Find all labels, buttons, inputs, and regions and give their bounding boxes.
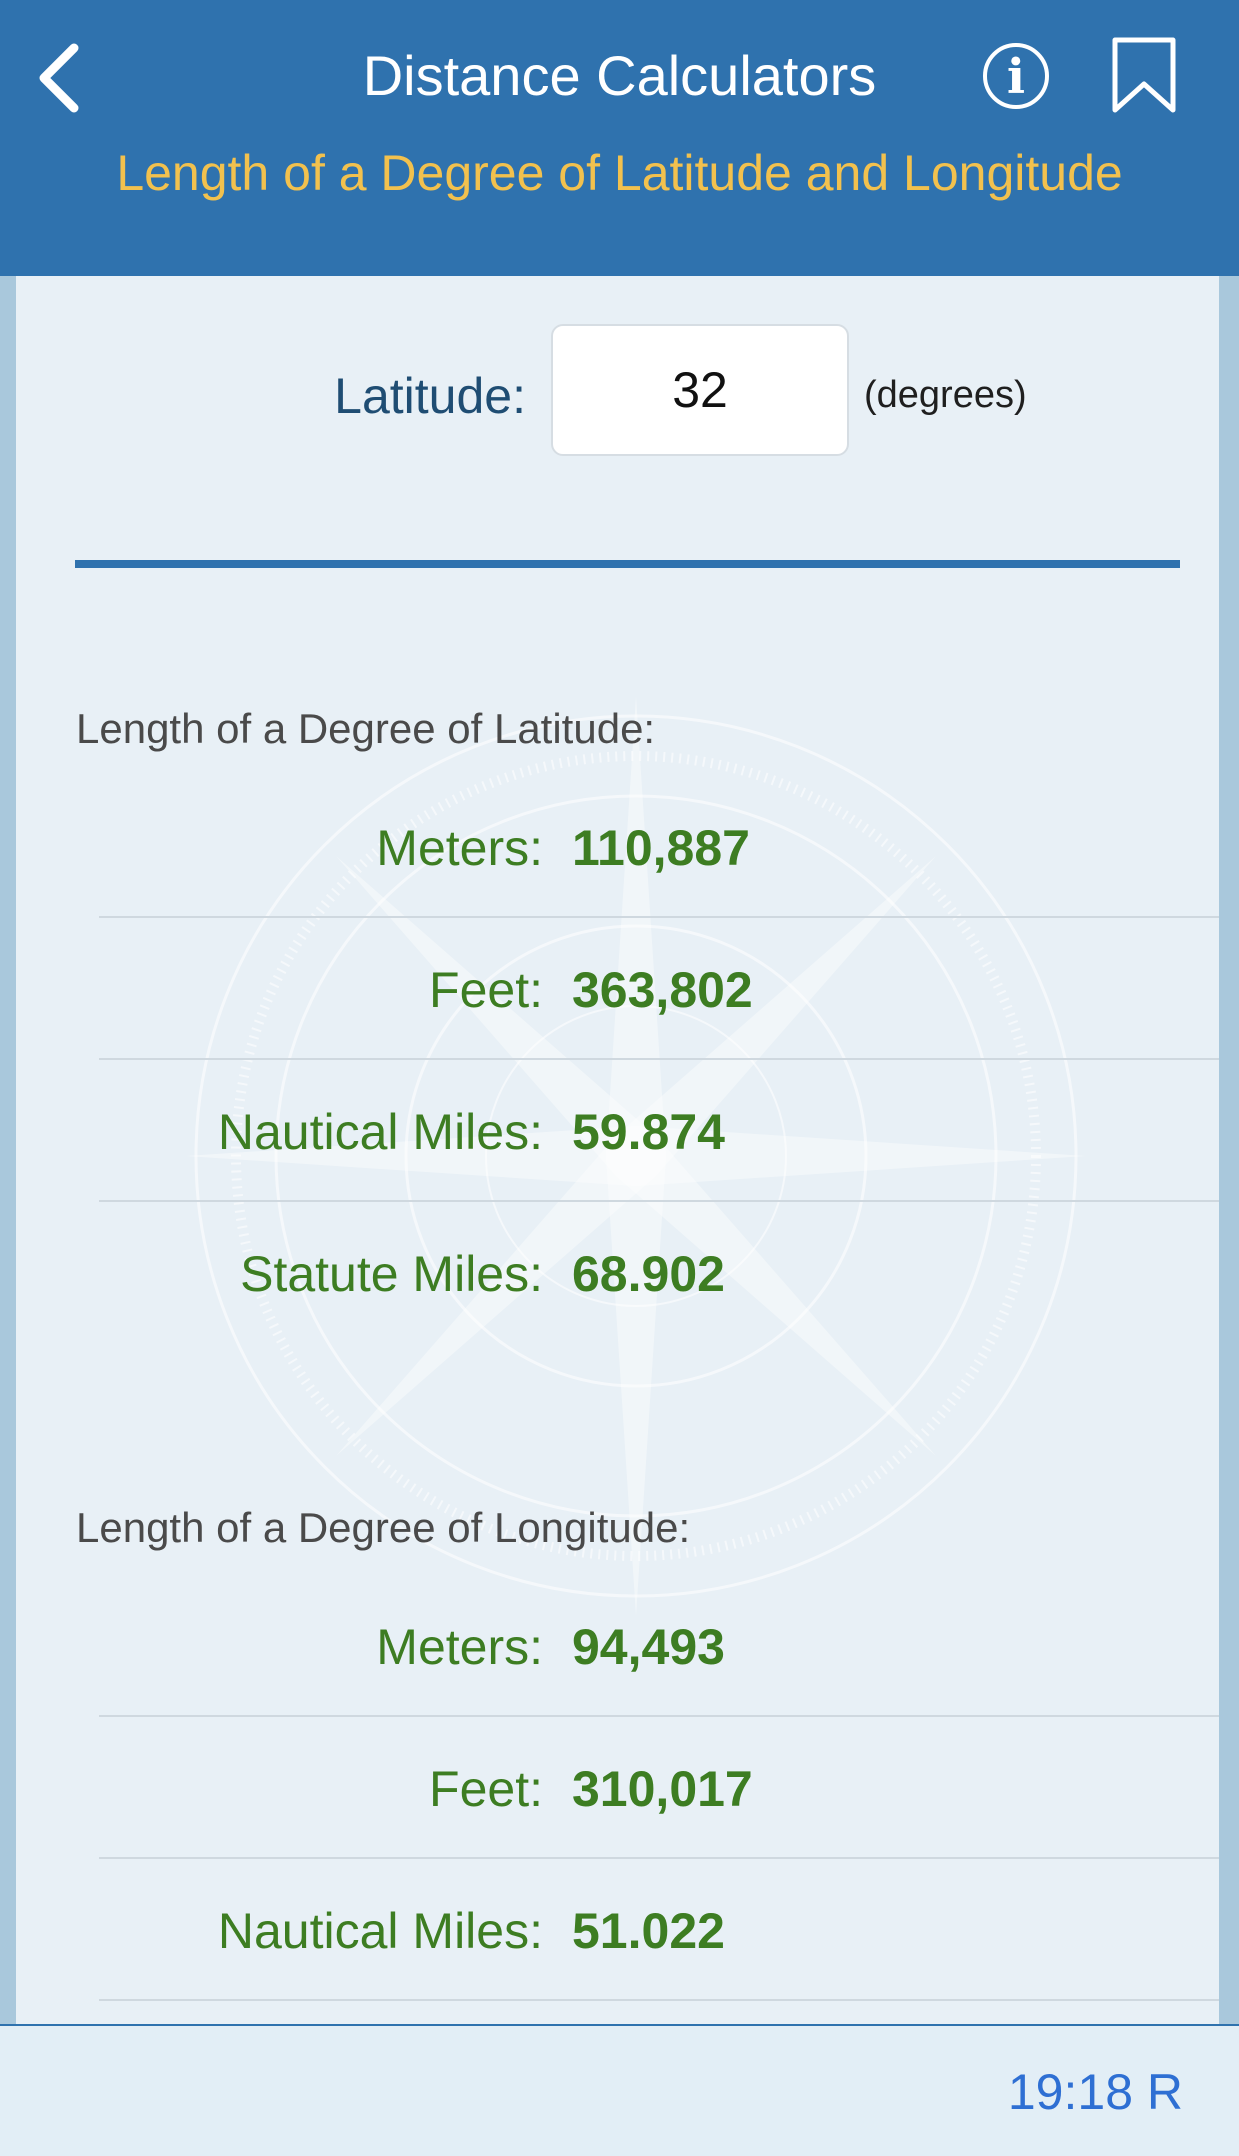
section-divider [75, 560, 1180, 568]
info-icon: i [983, 43, 1049, 109]
result-label: Nautical Miles: [217, 1104, 543, 1160]
footer-time: 19:18 R [1007, 2064, 1183, 2120]
svg-text:i: i [1007, 49, 1025, 105]
longitude-section-title: Length of a Degree of Longitude: [76, 1504, 691, 1551]
result-value: 363,802 [572, 962, 753, 1018]
latitude-label: Latitude: [334, 368, 526, 424]
result-value: 68.902 [572, 1246, 725, 1302]
result-value: 110,887 [572, 820, 750, 876]
result-value: 310,017 [572, 1761, 753, 1817]
result-row: Nautical Miles: 59.874 [99, 1060, 1219, 1202]
header-bar: Distance Calculators Length of a Degree … [0, 0, 1239, 276]
latitude-input[interactable] [551, 324, 849, 456]
result-label: Statute Miles: [240, 1246, 543, 1302]
result-label: Meters: [376, 820, 543, 876]
result-label: Nautical Miles: [217, 1903, 543, 1959]
info-button[interactable]: i [980, 40, 1052, 112]
result-label: Feet: [429, 962, 543, 1018]
result-row: Statute Miles: 68.902 [99, 1202, 1219, 1344]
content-panel: Latitude: (degrees) Length of a Degree o… [16, 276, 1219, 2024]
latitude-unit: (degrees) [864, 374, 1027, 416]
result-row: Feet: 363,802 [99, 918, 1219, 1060]
result-row: Feet: 310,017 [99, 1717, 1219, 1859]
page-title: Distance Calculators [362, 44, 877, 107]
result-label: Feet: [429, 1761, 543, 1817]
page-subtitle: Length of a Degree of Latitude and Longi… [116, 145, 1123, 201]
bookmark-button[interactable] [1110, 36, 1178, 116]
result-label: Meters: [376, 1619, 543, 1675]
latitude-section-title: Length of a Degree of Latitude: [76, 705, 656, 752]
result-value: 94,493 [572, 1619, 725, 1675]
result-row: Meters: 110,887 [99, 776, 1219, 918]
result-value: 51.022 [572, 1903, 725, 1959]
result-row: Meters: 94,493 [99, 1575, 1219, 1717]
footer-bar: 19:18 R [0, 2024, 1239, 2156]
bookmark-icon [1112, 37, 1176, 113]
result-value: 59.874 [572, 1104, 725, 1160]
row-separator [99, 1999, 1219, 2001]
result-row: Nautical Miles: 51.022 [99, 1859, 1219, 2001]
